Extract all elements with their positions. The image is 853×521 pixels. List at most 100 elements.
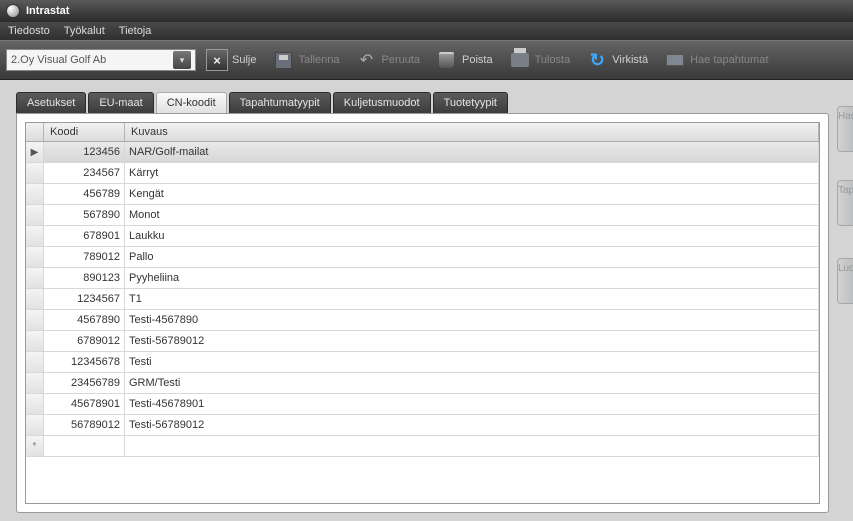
cell-code[interactable]: 12345678	[44, 352, 125, 372]
side-tab-hae[interactable]: Hae	[837, 106, 853, 152]
cell-code[interactable]: 789012	[44, 247, 125, 267]
cell-desc[interactable]: Kengät	[125, 184, 819, 204]
cell-code[interactable]: 123456	[44, 142, 125, 162]
cell-desc[interactable]: NAR/Golf-mailat	[125, 142, 819, 162]
table-row[interactable]: 567890Monot	[26, 205, 819, 226]
cell-code[interactable]: 23456789	[44, 373, 125, 393]
fetch-label: Hae tapahtumat	[690, 54, 768, 66]
cell-code[interactable]: 4567890	[44, 310, 125, 330]
print-icon	[509, 49, 531, 71]
cell-desc[interactable]: T1	[125, 289, 819, 309]
cell-code[interactable]	[44, 436, 125, 456]
grid-header-selector[interactable]	[26, 123, 44, 141]
cell-desc[interactable]: Pallo	[125, 247, 819, 267]
row-indicator	[26, 226, 44, 246]
cell-code[interactable]: 567890	[44, 205, 125, 225]
title-bar: Intrastat	[0, 0, 853, 22]
row-indicator: ▶	[26, 142, 44, 162]
trash-icon	[436, 49, 458, 71]
cell-desc[interactable]: Testi-4567890	[125, 310, 819, 330]
row-indicator	[26, 394, 44, 414]
refresh-icon: ↻	[586, 49, 608, 71]
table-row[interactable]: ▶123456NAR/Golf-mailat	[26, 142, 819, 163]
cancel-button[interactable]: ↶ Peruuta	[349, 47, 426, 73]
cell-desc[interactable]: Testi-56789012	[125, 415, 819, 435]
cell-code[interactable]: 890123	[44, 268, 125, 288]
cell-desc[interactable]: Testi	[125, 352, 819, 372]
cell-desc[interactable]: Testi-45678901	[125, 394, 819, 414]
save-button[interactable]: Tallenna	[266, 47, 345, 73]
cell-code[interactable]: 45678901	[44, 394, 125, 414]
undo-icon: ↶	[355, 49, 377, 71]
delete-label: Poista	[462, 54, 493, 66]
table-row[interactable]: 4567890Testi-4567890	[26, 310, 819, 331]
tab-event-types[interactable]: Tapahtumatyypit	[229, 92, 331, 113]
cell-desc[interactable]: Pyyheliina	[125, 268, 819, 288]
side-panels: Hae Tap Luo	[837, 80, 853, 521]
company-select[interactable]: 2.Oy Visual Golf Ab ▾	[6, 49, 196, 71]
table-row[interactable]: 1234567T1	[26, 289, 819, 310]
table-row[interactable]: 789012Pallo	[26, 247, 819, 268]
close-button[interactable]: × Sulje	[200, 47, 262, 73]
cell-desc[interactable]: Monot	[125, 205, 819, 225]
row-indicator	[26, 436, 44, 456]
fetch-events-button[interactable]: Hae tapahtumat	[658, 47, 774, 73]
cell-code[interactable]: 1234567	[44, 289, 125, 309]
chevron-down-icon: ▾	[173, 51, 191, 69]
menu-file[interactable]: Tiedosto	[8, 25, 50, 37]
print-button[interactable]: Tulosta	[503, 47, 577, 73]
side-tab-luo[interactable]: Luo	[837, 258, 853, 304]
tab-cn-codes[interactable]: CN-koodit	[156, 92, 227, 113]
row-indicator	[26, 310, 44, 330]
table-row[interactable]: 45678901Testi-45678901	[26, 394, 819, 415]
table-row[interactable]: 6789012Testi-56789012	[26, 331, 819, 352]
cell-desc[interactable]: GRM/Testi	[125, 373, 819, 393]
cell-code[interactable]: 678901	[44, 226, 125, 246]
grid-header-code[interactable]: Koodi	[44, 123, 125, 141]
cell-desc[interactable]	[125, 436, 819, 456]
menu-about[interactable]: Tietoja	[119, 25, 152, 37]
data-grid[interactable]: Koodi Kuvaus ▶123456NAR/Golf-mailat23456…	[25, 122, 820, 504]
mail-icon	[664, 49, 686, 71]
row-indicator	[26, 289, 44, 309]
tab-eu-countries[interactable]: EU-maat	[88, 92, 153, 113]
tab-settings[interactable]: Asetukset	[16, 92, 86, 113]
tab-panel: Koodi Kuvaus ▶123456NAR/Golf-mailat23456…	[16, 113, 829, 513]
toolbar: 2.Oy Visual Golf Ab ▾ × Sulje Tallenna ↶…	[0, 40, 853, 80]
window-title: Intrastat	[26, 5, 69, 17]
row-indicator	[26, 205, 44, 225]
table-row[interactable]: 56789012Testi-56789012	[26, 415, 819, 436]
row-indicator	[26, 247, 44, 267]
print-label: Tulosta	[535, 54, 571, 66]
refresh-button[interactable]: ↻ Virkistä	[580, 47, 654, 73]
menu-tools[interactable]: Työkalut	[64, 25, 105, 37]
tab-strip: Asetukset EU-maat CN-koodit Tapahtumatyy…	[16, 92, 829, 113]
table-row[interactable]: 678901Laukku	[26, 226, 819, 247]
company-select-value: 2.Oy Visual Golf Ab	[11, 54, 106, 66]
cell-code[interactable]: 456789	[44, 184, 125, 204]
save-label: Tallenna	[298, 54, 339, 66]
cell-desc[interactable]: Laukku	[125, 226, 819, 246]
menu-bar: Tiedosto Työkalut Tietoja	[0, 22, 853, 40]
close-icon: ×	[206, 49, 228, 71]
new-row[interactable]	[26, 436, 819, 457]
grid-header-desc[interactable]: Kuvaus	[125, 123, 819, 141]
row-indicator	[26, 163, 44, 183]
grid-body: ▶123456NAR/Golf-mailat234567Kärryt456789…	[26, 142, 819, 503]
tab-product-types[interactable]: Tuotetyypit	[433, 92, 508, 113]
table-row[interactable]: 456789Kengät	[26, 184, 819, 205]
cell-code[interactable]: 234567	[44, 163, 125, 183]
table-row[interactable]: 23456789GRM/Testi	[26, 373, 819, 394]
cell-desc[interactable]: Testi-56789012	[125, 331, 819, 351]
side-tab-tap[interactable]: Tap	[837, 180, 853, 226]
refresh-label: Virkistä	[612, 54, 648, 66]
delete-button[interactable]: Poista	[430, 47, 499, 73]
cell-code[interactable]: 6789012	[44, 331, 125, 351]
cell-code[interactable]: 56789012	[44, 415, 125, 435]
table-row[interactable]: 890123Pyyheliina	[26, 268, 819, 289]
table-row[interactable]: 12345678Testi	[26, 352, 819, 373]
cell-desc[interactable]: Kärryt	[125, 163, 819, 183]
tab-transport-modes[interactable]: Kuljetusmuodot	[333, 92, 431, 113]
save-icon	[272, 49, 294, 71]
table-row[interactable]: 234567Kärryt	[26, 163, 819, 184]
